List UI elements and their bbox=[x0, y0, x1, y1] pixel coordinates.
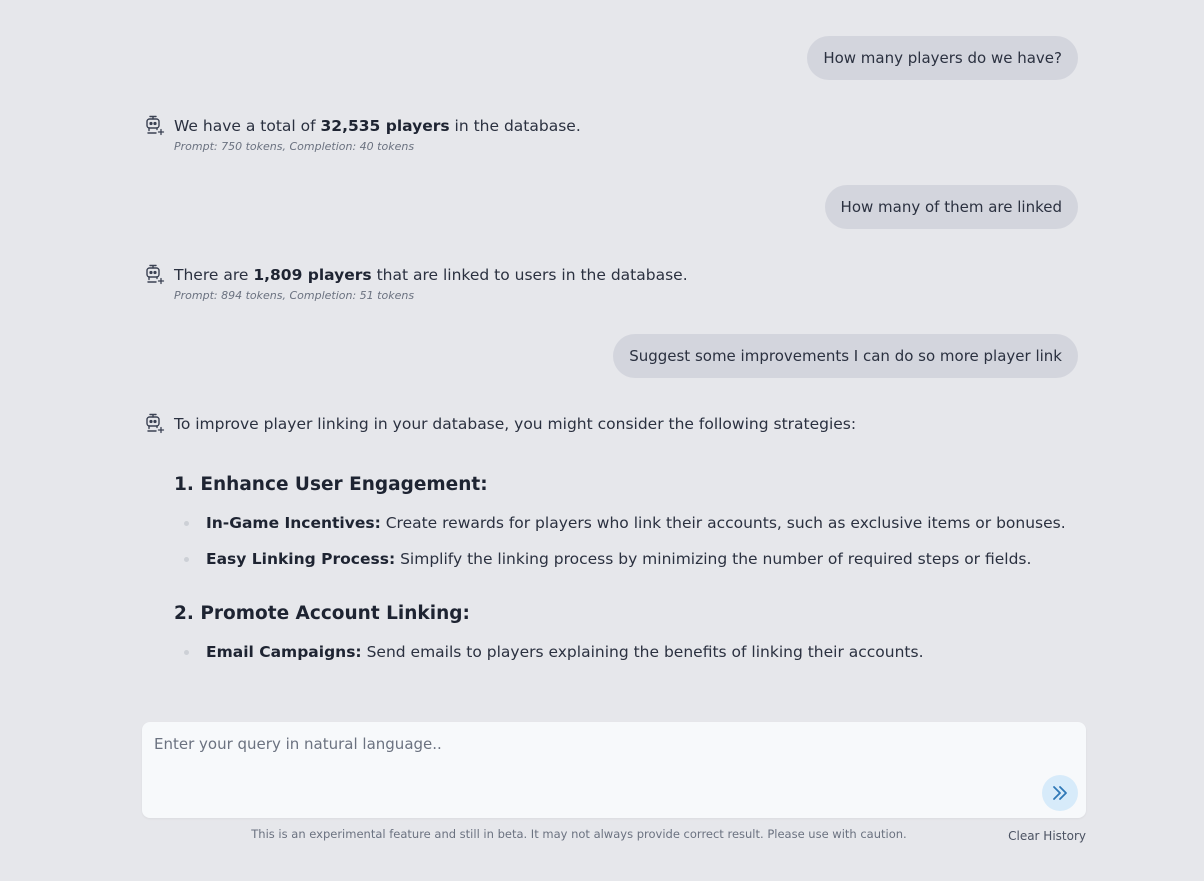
section-heading: 1. Enhance User Engagement: bbox=[174, 474, 488, 495]
user-message-row: How many players do we have? bbox=[142, 36, 1086, 80]
assistant-text-bold: 1,809 players bbox=[253, 266, 372, 284]
assistant-text-part: There are bbox=[174, 266, 254, 284]
send-button[interactable] bbox=[1042, 775, 1078, 811]
list-item-text: Create rewards for players who link thei… bbox=[380, 514, 1066, 532]
assistant-text-part: We have a total of bbox=[174, 117, 321, 135]
assistant-message: To improve player linking in your databa… bbox=[142, 413, 1086, 678]
user-message: How many of them are linked bbox=[824, 185, 1078, 229]
bot-icon bbox=[146, 264, 165, 285]
clear-history-button[interactable]: Clear History bbox=[1008, 829, 1086, 843]
strategy-list: In-Game Incentives: Create rewards for p… bbox=[174, 513, 1086, 569]
user-message: Suggest some improvements I can do so mo… bbox=[613, 334, 1078, 378]
assistant-text-bold: 32,535 players bbox=[320, 117, 450, 135]
bot-icon bbox=[146, 115, 165, 136]
chat-history[interactable]: How many players do we have? We have a t… bbox=[142, 0, 1086, 712]
list-item: Easy Linking Process: Simplify the linki… bbox=[174, 549, 1086, 569]
token-usage: Prompt: 894 tokens, Completion: 51 token… bbox=[174, 289, 415, 302]
beta-disclaimer: This is an experimental feature and stil… bbox=[251, 827, 907, 841]
list-item: In-Game Incentives: Create rewards for p… bbox=[174, 513, 1086, 533]
user-message: How many players do we have? bbox=[807, 36, 1078, 80]
list-item-label: Email Campaigns: bbox=[206, 643, 362, 661]
assistant-message: There are 1,809 players that are linked … bbox=[142, 264, 1086, 302]
assistant-text: There are 1,809 players that are linked … bbox=[174, 265, 1086, 285]
query-box bbox=[142, 722, 1086, 818]
user-message-row: Suggest some improvements I can do so mo… bbox=[142, 334, 1086, 378]
assistant-intro: To improve player linking in your databa… bbox=[174, 415, 857, 433]
assistant-text: We have a total of 32,535 players in the… bbox=[174, 116, 1086, 136]
user-message-row: How many of them are linked bbox=[142, 185, 1086, 229]
section-heading: 2. Promote Account Linking: bbox=[174, 603, 470, 624]
strategy-list: Email Campaigns: Send emails to players … bbox=[174, 642, 1086, 662]
double-chevron-right-icon bbox=[1053, 786, 1067, 800]
query-input[interactable] bbox=[142, 722, 1086, 818]
assistant-message: We have a total of 32,535 players in the… bbox=[142, 115, 1086, 153]
assistant-text-part: in the database. bbox=[449, 117, 581, 135]
list-item-text: Simplify the linking process by minimizi… bbox=[395, 550, 1032, 568]
list-item-label: In-Game Incentives: bbox=[206, 514, 381, 532]
assistant-text-part: that are linked to users in the database… bbox=[371, 266, 688, 284]
list-item-label: Easy Linking Process: bbox=[206, 550, 396, 568]
token-usage: Prompt: 750 tokens, Completion: 40 token… bbox=[174, 140, 415, 153]
list-item-text: Send emails to players explaining the be… bbox=[361, 643, 924, 661]
list-item: Email Campaigns: Send emails to players … bbox=[174, 642, 1086, 662]
bot-icon bbox=[146, 413, 165, 434]
